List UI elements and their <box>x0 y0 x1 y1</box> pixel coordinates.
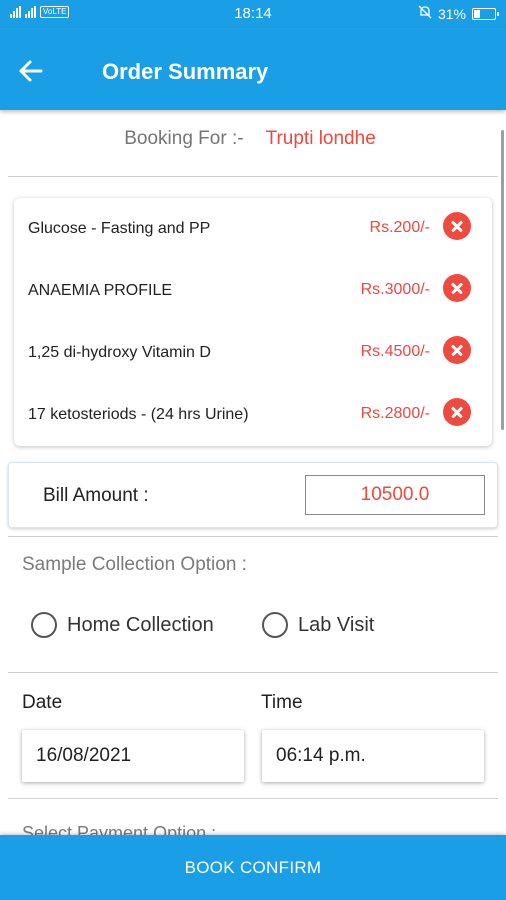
list-item: Glucose - Fasting and PP Rs.200/- <box>14 210 492 250</box>
page-title: Order Summary <box>102 59 269 84</box>
radio-label: Home Collection <box>67 613 214 636</box>
arrow-left-icon <box>19 60 43 82</box>
order-summary-content[interactable]: Booking For :- Trupti londhe Glucose - Fa… <box>0 110 500 835</box>
radio-home-collection[interactable]: Home Collection <box>31 612 214 638</box>
battery-level <box>474 9 480 18</box>
list-item: 17 ketosteriods - (24 hrs Urine) Rs.2800… <box>14 396 492 436</box>
scrollbar[interactable] <box>501 130 504 430</box>
remove-test-button[interactable] <box>443 336 471 364</box>
divider <box>8 536 498 537</box>
bill-amount-label: Bill Amount : <box>43 485 149 506</box>
remove-test-button[interactable] <box>443 398 471 426</box>
status-bar: VoLTE 18:14 31% <box>0 0 506 28</box>
test-name: 17 ketosteriods - (24 hrs Urine) <box>28 406 249 423</box>
test-name: ANAEMIA PROFILE <box>28 282 173 299</box>
bill-amount-value: 10500.0 <box>305 475 485 515</box>
test-price: Rs.3000/- <box>360 281 430 298</box>
test-price: Rs.4500/- <box>360 343 430 360</box>
sample-collection-title: Sample Collection Option : <box>22 554 247 575</box>
book-confirm-button[interactable]: BOOK CONFIRM <box>0 835 506 900</box>
divider <box>8 798 498 799</box>
time-field[interactable]: 06:14 p.m. <box>262 730 484 782</box>
radio-label: Lab Visit <box>298 613 375 636</box>
remove-test-button[interactable] <box>443 274 471 302</box>
radio-lab-visit[interactable]: Lab Visit <box>262 612 374 638</box>
radio-circle[interactable] <box>31 612 57 638</box>
list-item: 1,25 di-hydroxy Vitamin D Rs.4500/- <box>14 334 492 374</box>
patient-name: Trupti londhe <box>265 128 376 149</box>
status-right: 31% <box>418 5 499 22</box>
test-price: Rs.200/- <box>369 219 430 236</box>
divider <box>8 672 498 673</box>
remove-test-button[interactable] <box>443 212 471 240</box>
bill-amount-box: Bill Amount : 10500.0 <box>8 462 498 528</box>
test-name: Glucose - Fasting and PP <box>28 220 211 237</box>
booking-for-label: Booking For :- <box>124 128 244 149</box>
time-label: Time <box>261 692 303 713</box>
list-item: ANAEMIA PROFILE Rs.3000/- <box>14 272 492 312</box>
battery-icon <box>472 7 499 20</box>
date-label: Date <box>22 692 63 713</box>
test-price: Rs.2800/- <box>360 405 430 422</box>
test-name: 1,25 di-hydroxy Vitamin D <box>28 344 211 361</box>
divider <box>8 176 498 177</box>
date-field[interactable]: 16/08/2021 <box>22 730 244 782</box>
back-button[interactable] <box>14 54 48 88</box>
test-list-card: Glucose - Fasting and PP Rs.200/- ANAEMI… <box>14 198 492 446</box>
radio-circle[interactable] <box>262 612 288 638</box>
booking-for: Booking For :- Trupti londhe <box>0 128 500 150</box>
mute-icon <box>418 5 432 22</box>
battery-percent: 31% <box>437 5 466 22</box>
app-bar: Order Summary <box>0 28 506 110</box>
payment-option-title: Select Payment Option : <box>22 823 217 835</box>
